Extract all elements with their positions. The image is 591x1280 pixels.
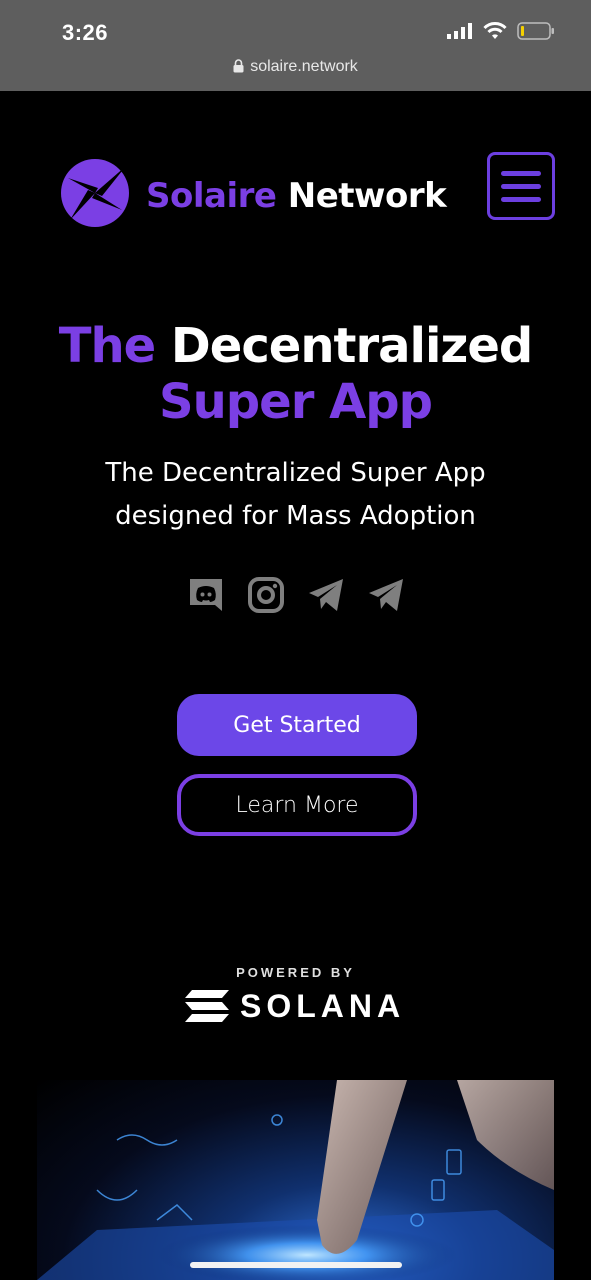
discord-icon[interactable] [187, 576, 225, 614]
powered-by-label: POWERED BY [236, 965, 355, 980]
solana-logo[interactable]: SOLANA [184, 988, 405, 1024]
learn-more-button[interactable]: Learn More [177, 774, 417, 836]
brand-name[interactable]: Solaire Network [146, 176, 447, 216]
telegram-icon[interactable] [367, 576, 405, 614]
get-started-button[interactable]: Get Started [177, 694, 417, 756]
touch-illustration [37, 1080, 554, 1280]
solaire-logo-icon[interactable] [60, 158, 130, 228]
home-indicator[interactable] [190, 1262, 402, 1268]
telegram-icon[interactable] [307, 576, 345, 614]
hero-image [37, 1080, 554, 1280]
lock-icon [233, 59, 244, 73]
social-links [0, 576, 591, 614]
brand-name-part1: Solaire [146, 176, 277, 216]
solana-logo-icon [185, 990, 229, 1022]
wifi-icon [483, 22, 507, 39]
browser-chrome: 3:26 solaire.network [0, 0, 591, 91]
hero-title-part2: Decentralized [170, 318, 533, 374]
url-text: solaire.network [250, 58, 358, 75]
status-time: 3:26 [62, 20, 109, 45]
hero-subtitle: The Decentralized Super App designed for… [105, 458, 486, 531]
system-icons [447, 22, 555, 40]
site-header: Solaire Network [60, 152, 555, 227]
solana-wordmark: SOLANA [240, 987, 406, 1024]
cellular-signal-icon [447, 23, 472, 39]
address-bar[interactable]: solaire.network [0, 58, 591, 76]
hamburger-menu-icon[interactable] [487, 152, 555, 220]
hero-title: The Decentralized Super App [0, 318, 591, 430]
hero-title-part1: The [58, 318, 156, 374]
instagram-icon[interactable] [247, 576, 285, 614]
battery-icon [517, 22, 554, 40]
brand-name-part2: Network [287, 176, 447, 216]
hero-title-part3: Super App [159, 374, 433, 430]
